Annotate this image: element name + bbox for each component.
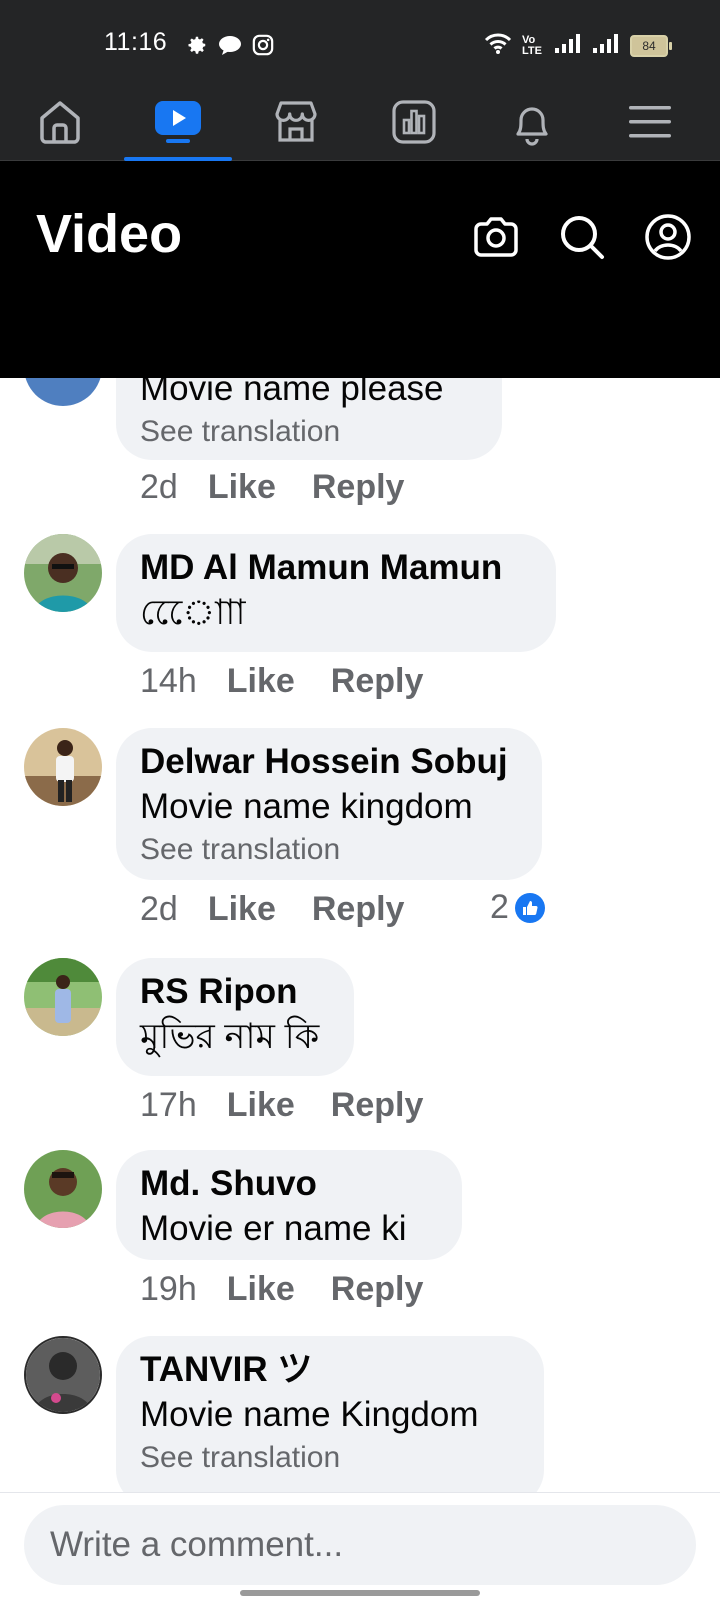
avatar[interactable] <box>24 534 102 612</box>
avatar[interactable] <box>24 728 102 806</box>
comment-actions: 2d Like Reply <box>140 890 440 929</box>
see-translation-link[interactable]: See translation <box>140 412 478 452</box>
comment-time: 17h <box>140 1086 197 1124</box>
comment-time: 2d <box>140 890 178 928</box>
see-translation-link[interactable]: See translation <box>140 1438 520 1478</box>
like-button[interactable]: Like <box>208 890 276 929</box>
nav-menu[interactable] <box>590 88 710 160</box>
chat-bubble-icon <box>218 34 242 61</box>
volte-label: Vo LTE <box>522 33 542 57</box>
top-navigation-bar <box>0 88 720 161</box>
comment-actions: 19h Like Reply <box>140 1270 459 1309</box>
avatar[interactable] <box>24 1150 102 1228</box>
status-bar: 11:16 Vo LTE 84 <box>0 0 720 88</box>
comment-time: 14h <box>140 662 197 700</box>
like-button[interactable]: Like <box>227 1086 295 1125</box>
settings-gear-icon <box>186 34 208 61</box>
comment-actions: 2d Like Reply <box>140 468 440 507</box>
avatar[interactable] <box>24 378 102 406</box>
avatar[interactable] <box>24 958 102 1036</box>
comment-actions: 14h Like Reply <box>140 662 459 701</box>
instagram-icon <box>252 34 274 61</box>
search-icon <box>559 214 605 265</box>
comment-text: Movie name kingdom <box>140 787 473 826</box>
like-button[interactable]: Like <box>227 1270 295 1309</box>
comments-list[interactable]: Movie name please See translation 2d Lik… <box>0 378 720 1492</box>
reply-button[interactable]: Reply <box>331 1270 424 1309</box>
camera-icon <box>472 215 520 264</box>
profile-icon <box>644 213 692 266</box>
comment-bubble[interactable]: Delwar Hossein Sobuj Movie name kingdom … <box>116 728 542 880</box>
nav-notifications[interactable] <box>472 88 592 160</box>
wifi-icon <box>484 32 512 59</box>
menu-icon <box>627 102 673 147</box>
feeds-icon <box>390 98 438 151</box>
page-title: Video <box>36 204 183 264</box>
see-translation-link[interactable]: See translation <box>140 830 518 870</box>
comment-composer <box>0 1492 720 1601</box>
camera-button[interactable] <box>468 211 524 267</box>
status-icons-left <box>186 34 274 61</box>
comment-time: 19h <box>140 1270 197 1308</box>
home-indicator[interactable] <box>240 1590 480 1596</box>
comment-bubble[interactable]: Movie name please See translation <box>116 378 502 460</box>
avatar[interactable] <box>24 1336 102 1414</box>
comment-text: েেোাা <box>140 593 246 632</box>
store-icon <box>272 98 320 151</box>
comment-author[interactable]: Md. Shuvo <box>140 1162 438 1206</box>
comment-bubble[interactable]: MD Al Mamun Mamun েেোাা <box>116 534 556 652</box>
reply-button[interactable]: Reply <box>312 890 405 929</box>
comment-author[interactable]: Delwar Hossein Sobuj <box>140 740 518 784</box>
search-button[interactable] <box>554 211 610 267</box>
status-icons-right: Vo LTE 84 <box>484 32 672 59</box>
nav-video[interactable] <box>118 88 238 161</box>
comment-text: Movie er name ki <box>140 1209 407 1248</box>
reaction-count: 2 <box>490 888 509 926</box>
thumbs-up-icon <box>514 892 545 923</box>
like-button[interactable]: Like <box>208 468 276 507</box>
nav-marketplace[interactable] <box>236 88 356 160</box>
comment-author[interactable]: TANVIR ツ <box>140 1348 520 1392</box>
comment-bubble[interactable]: Md. Shuvo Movie er name ki <box>116 1150 462 1260</box>
reaction-summary[interactable]: 2 <box>490 888 545 927</box>
bell-icon <box>508 98 556 151</box>
profile-button[interactable] <box>640 211 696 267</box>
comment-author[interactable]: MD Al Mamun Mamun <box>140 546 532 590</box>
reply-button[interactable]: Reply <box>331 662 424 701</box>
nav-home[interactable] <box>0 88 120 160</box>
comment-author[interactable]: RS Ripon <box>140 970 330 1014</box>
nav-feeds[interactable] <box>354 88 474 160</box>
status-time: 11:16 <box>104 28 168 56</box>
comment-text: মুভির নাম কি <box>140 1017 320 1056</box>
video-header: Video <box>0 161 720 378</box>
comment-input[interactable] <box>24 1505 696 1585</box>
like-button[interactable]: Like <box>227 662 295 701</box>
battery-indicator: 84 <box>630 34 672 57</box>
comment-actions: 17h Like Reply <box>140 1086 459 1125</box>
comment-time: 2d <box>140 468 178 506</box>
comment-text: Movie name Kingdom <box>140 1395 479 1434</box>
video-icon <box>153 99 203 150</box>
comment-bubble[interactable]: TANVIR ツ Movie name Kingdom See translat… <box>116 1336 544 1492</box>
reply-button[interactable]: Reply <box>331 1086 424 1125</box>
reply-button[interactable]: Reply <box>312 468 405 507</box>
comment-bubble[interactable]: RS Ripon মুভির নাম কি <box>116 958 354 1076</box>
home-icon <box>36 98 84 151</box>
comment-text: Movie name please <box>140 378 444 408</box>
signal-icon-2 <box>592 32 620 59</box>
signal-icon-1 <box>554 32 582 59</box>
